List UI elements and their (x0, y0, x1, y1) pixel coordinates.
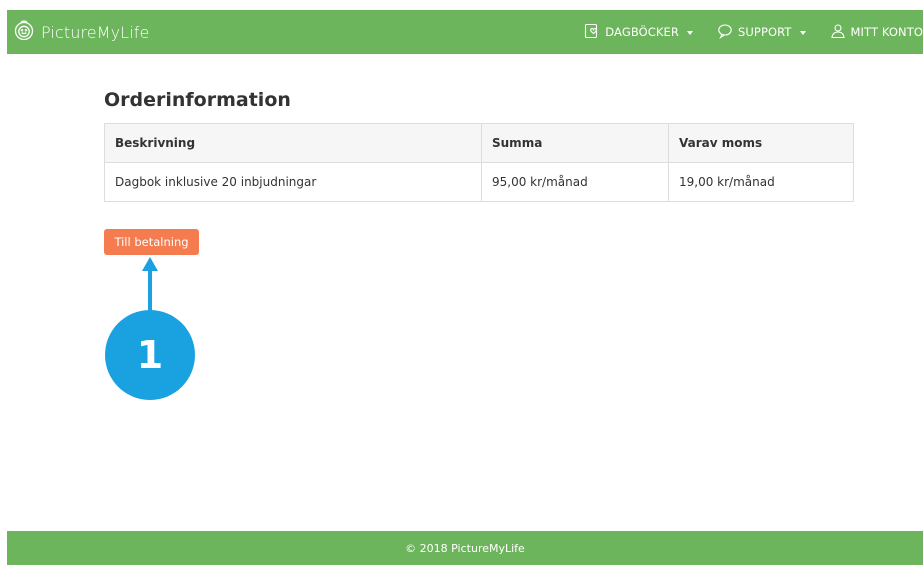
table-row: Dagbok inklusive 20 inbjudningar 95,00 k… (104, 162, 854, 202)
cell-description: Dagbok inklusive 20 inbjudningar (104, 162, 482, 202)
proceed-to-payment-button[interactable]: Till betalning (104, 229, 199, 255)
nav-support-dropdown[interactable]: SUPPORT (717, 23, 806, 42)
main-content: Orderinformation Beskrivning Summa Varav… (104, 87, 855, 255)
brand-logo-link[interactable]: PictureMyLife (13, 10, 149, 54)
nav-my-account-label: MITT KONTO (850, 25, 923, 39)
caret-down-icon (799, 30, 806, 35)
step-number-badge: 1 (105, 310, 195, 400)
page-title: Orderinformation (104, 89, 291, 111)
nav-diaries-dropdown[interactable]: DAGBÖCKER (584, 23, 693, 42)
cell-sum: 95,00 kr/månad (481, 162, 669, 202)
top-navbar: PictureMyLife DAGBÖCKER SUPPORT MITT KON… (7, 10, 923, 54)
nav-diaries-label: DAGBÖCKER (605, 25, 679, 39)
nav-support-label: SUPPORT (738, 25, 792, 39)
user-icon (830, 23, 846, 42)
main-nav: DAGBÖCKER SUPPORT MITT KONTO (584, 10, 923, 54)
column-header-description: Beskrivning (104, 123, 482, 163)
cell-vat: 19,00 kr/månad (668, 162, 854, 202)
page-footer: © 2018 PictureMyLife (7, 531, 923, 565)
step-annotation: 1 (105, 257, 195, 400)
smiley-logo-icon (13, 19, 35, 45)
nav-my-account[interactable]: MITT KONTO (830, 23, 923, 42)
table-header-row: Beskrivning Summa Varav moms (104, 123, 854, 163)
order-table: Beskrivning Summa Varav moms Dagbok inkl… (104, 123, 854, 202)
brand-name: PictureMyLife (41, 22, 150, 42)
app-frame: PictureMyLife DAGBÖCKER SUPPORT MITT KON… (7, 10, 923, 565)
caret-down-icon (687, 30, 693, 35)
speech-bubble-icon (717, 23, 733, 42)
diary-heart-icon (584, 23, 600, 42)
column-header-vat: Varav moms (668, 123, 854, 163)
copyright-text: © 2018 PictureMyLife (405, 541, 525, 555)
column-header-sum: Summa (481, 123, 669, 163)
